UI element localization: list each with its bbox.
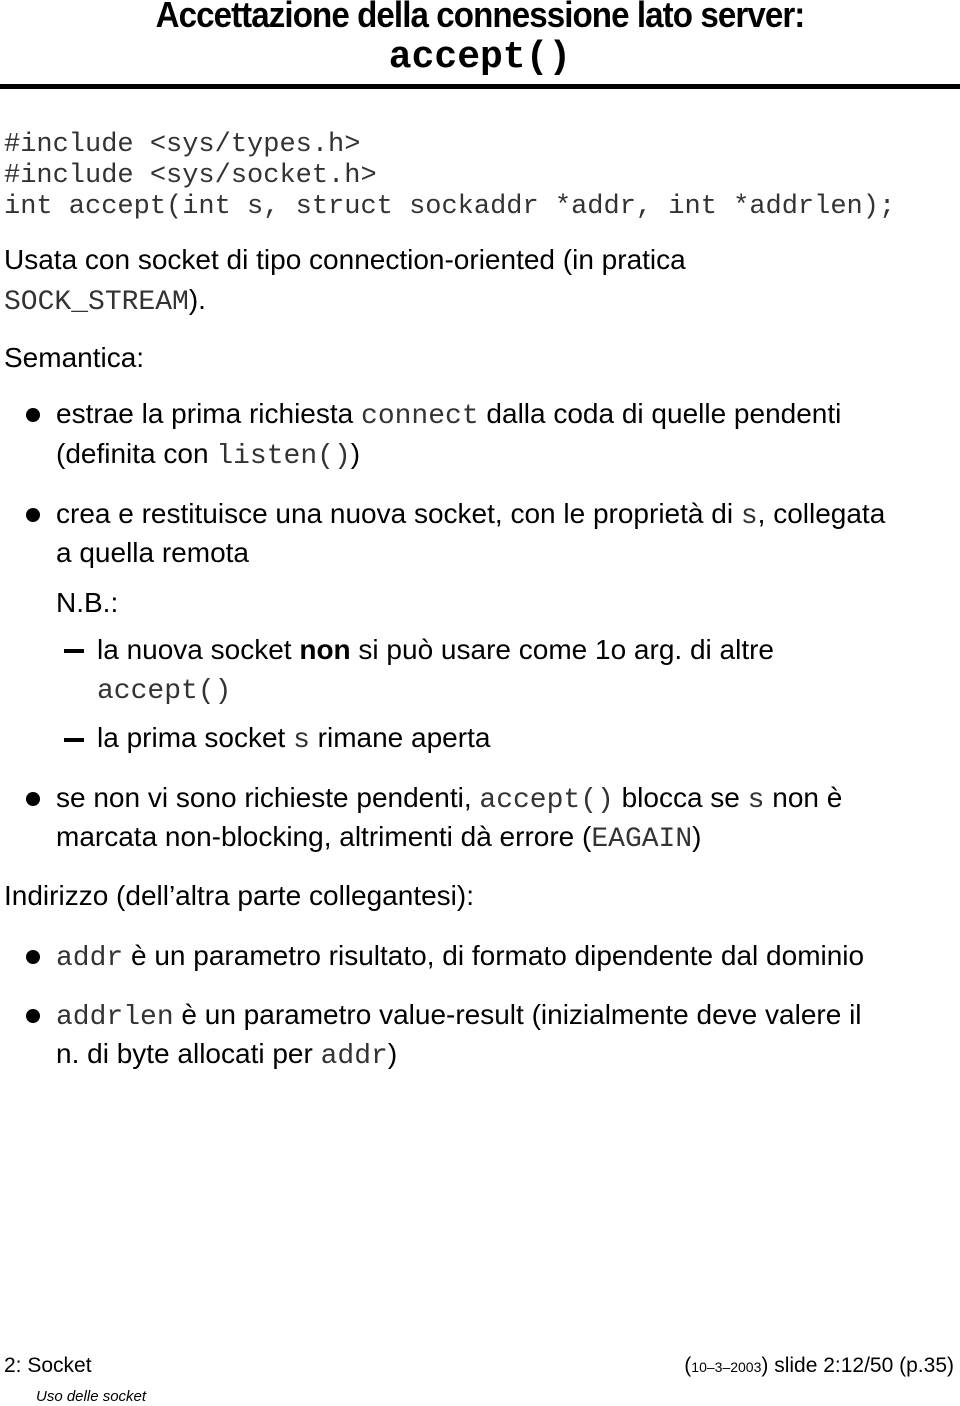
footer-date: 10–3–2003 — [691, 1359, 762, 1375]
code-inline: s — [747, 785, 765, 816]
bullet-icon — [26, 792, 40, 806]
nb-label: N.B.: — [56, 587, 119, 618]
bullet-text-cont: n. di byte allocati per addr) — [56, 1036, 397, 1075]
slide-title: Accettazione della connessione lato serv… — [155, 0, 806, 35]
code-inline: addrlen — [56, 1002, 174, 1033]
bullet-text: se non vi sono richieste pendenti, accep… — [56, 780, 842, 819]
text: dalla coda di quelle pendenti — [478, 398, 842, 429]
text: è un parametro risultato, di formato dip… — [123, 940, 865, 971]
code-inline: s — [740, 501, 758, 532]
sock-stream: SOCK_STREAM — [4, 287, 189, 318]
bullet-text-cont: a quella remota — [56, 537, 250, 568]
text: è un parametro value-result (inizialment… — [173, 999, 862, 1030]
usage-text-2: SOCK_STREAM). — [4, 282, 206, 321]
bullet-text-cont: (definita con listen()) — [56, 436, 360, 475]
indirizzo-label: Indirizzo (dell’altra parte collegantesi… — [4, 880, 474, 911]
code-line: #include <sys/types.h> — [4, 130, 361, 160]
bullet-icon — [26, 1009, 40, 1023]
slide-title-function: accept() — [388, 36, 572, 79]
footer-slide-info: (10–3–2003) slide 2:12/50 (p.35) — [684, 1354, 954, 1377]
usage-tail: ). — [188, 284, 206, 315]
code-inline: s — [293, 725, 310, 756]
subitem-text-cont: accept() — [97, 671, 231, 710]
subitem-text: la prima socket s rimane aperta — [97, 720, 490, 759]
footer-section: 2: Socket — [4, 1354, 92, 1377]
text: ) — [350, 438, 361, 469]
text: rimane aperta — [309, 722, 491, 753]
text: la nuova socket — [97, 634, 300, 665]
text: (definita con — [56, 438, 217, 469]
bullet-icon — [26, 508, 40, 522]
text: ) — [387, 1038, 398, 1069]
text: ) — [692, 821, 702, 852]
text: n. di byte allocati per — [56, 1038, 321, 1069]
usage-text: Usata con socket di tipo connection-orie… — [4, 244, 686, 275]
text: estrae la prima richiesta — [56, 398, 362, 429]
text: se non vi sono richieste pendenti, — [56, 782, 480, 813]
text: blocca se — [613, 782, 748, 813]
bullet-text-cont: marcata non-blocking, altrimenti dà erro… — [56, 819, 702, 858]
dash-icon — [64, 649, 84, 653]
code-inline: addr — [56, 943, 124, 974]
footer-slide-number: slide 2:12/50 (p.35) — [774, 1354, 954, 1377]
text: si può usare come 1o arg. di altre — [350, 634, 774, 665]
code-inline: addr — [320, 1041, 388, 1072]
bold-text: non — [299, 634, 351, 665]
code-line: #include <sys/socket.h> — [4, 161, 377, 191]
bullet-text: crea e restituisce una nuova socket, con… — [56, 496, 885, 535]
code-inline: accept() — [97, 676, 232, 707]
bullet-text: addr è un parametro risultato, di format… — [56, 938, 864, 977]
code-inline: listen() — [216, 441, 351, 472]
bullet-icon — [26, 408, 40, 422]
bullet-text: estrae la prima richiesta connect dalla … — [56, 396, 841, 435]
subitem-text: la nuova socket non si può usare come 1o… — [97, 632, 774, 668]
text: la prima socket — [97, 722, 294, 753]
code-inline: accept() — [479, 785, 614, 816]
bullet-icon — [26, 950, 40, 964]
text: marcata non-blocking, altrimenti dà erro… — [56, 821, 592, 852]
text: non è — [764, 782, 843, 813]
code-inline: EAGAIN — [591, 824, 693, 855]
footer-subtitle: Uso delle socket — [36, 1388, 147, 1405]
text: , collegata — [757, 498, 886, 529]
bullet-text: addrlen è un parametro value-result (ini… — [56, 997, 862, 1036]
semantica-label: Semantica: — [4, 342, 145, 373]
code-line: int accept(int s, struct sockaddr *addr,… — [4, 192, 896, 222]
title-divider — [0, 84, 960, 89]
text: crea e restituisce una nuova socket, con… — [56, 498, 741, 529]
code-inline: connect — [361, 401, 479, 432]
dash-icon — [64, 738, 84, 742]
